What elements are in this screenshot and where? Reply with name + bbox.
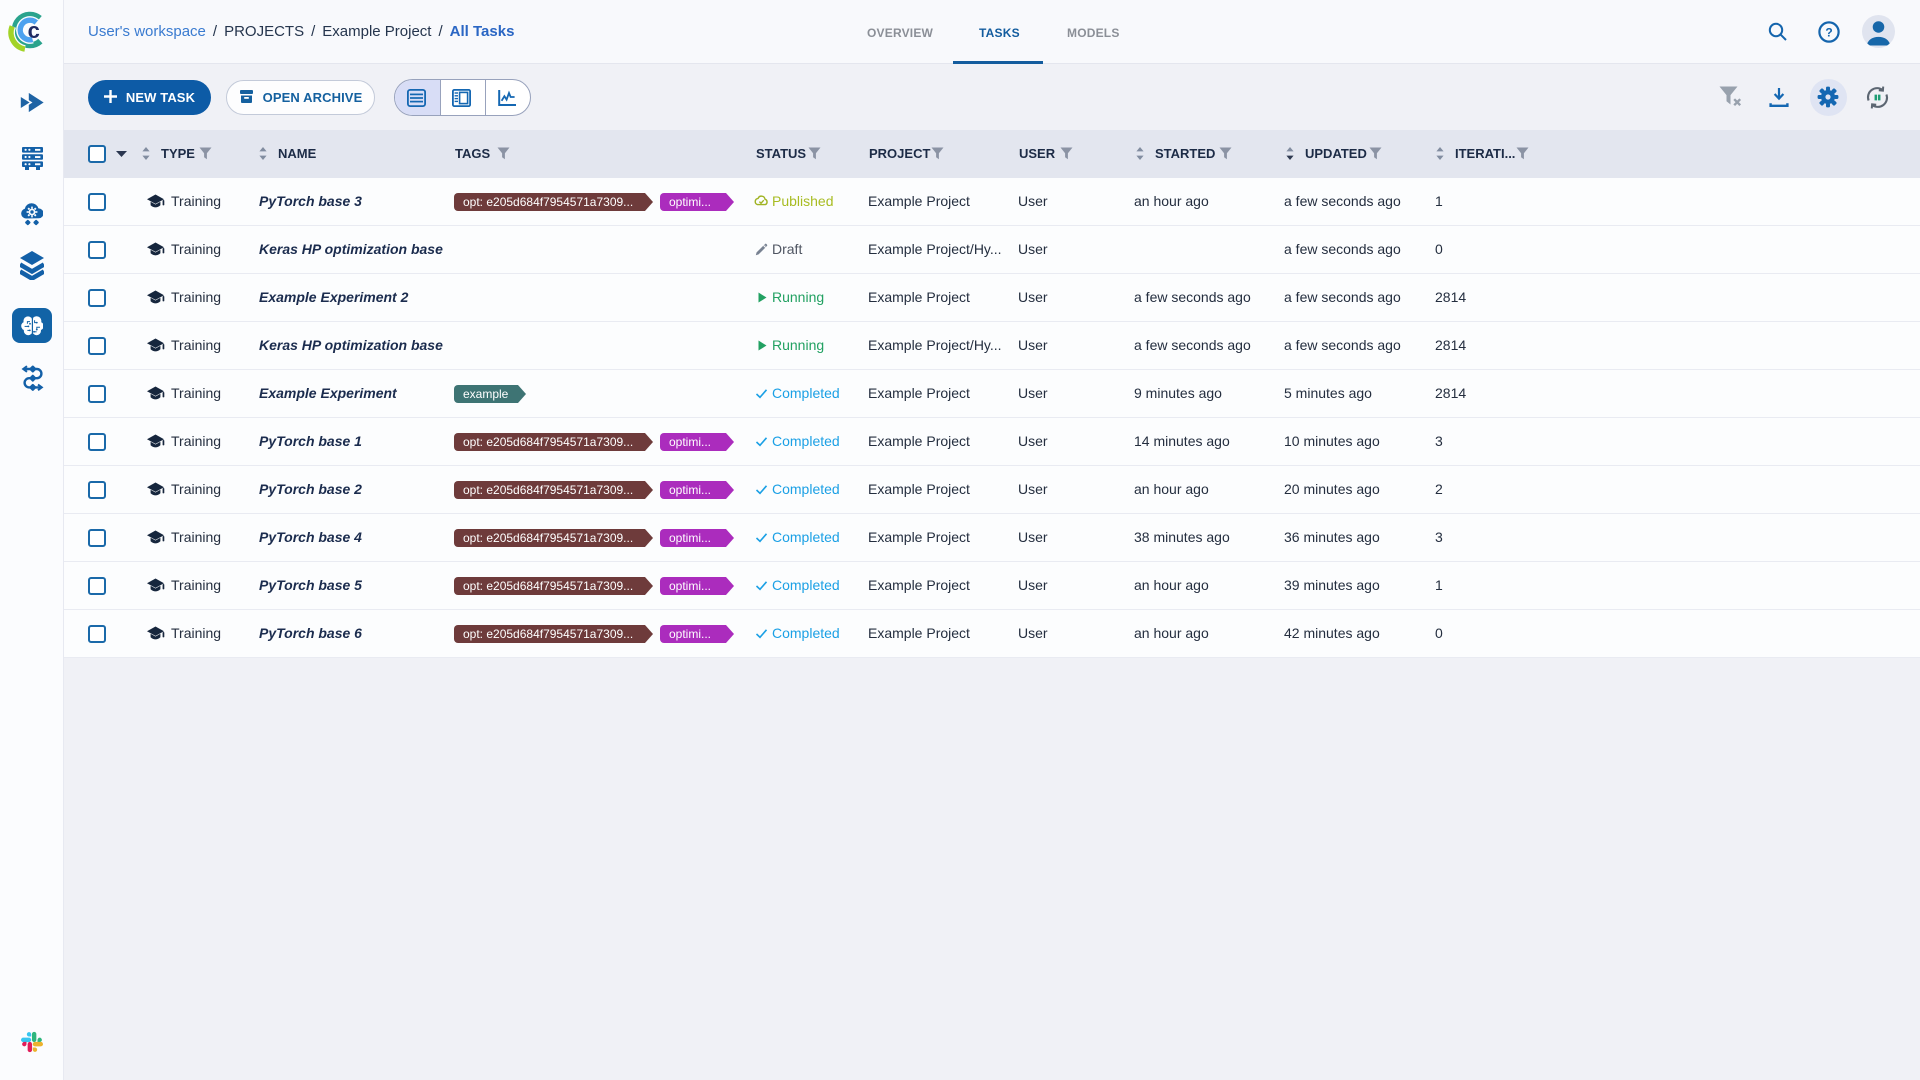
- svg-text:?: ?: [1825, 25, 1832, 39]
- svg-text:c: c: [28, 18, 40, 43]
